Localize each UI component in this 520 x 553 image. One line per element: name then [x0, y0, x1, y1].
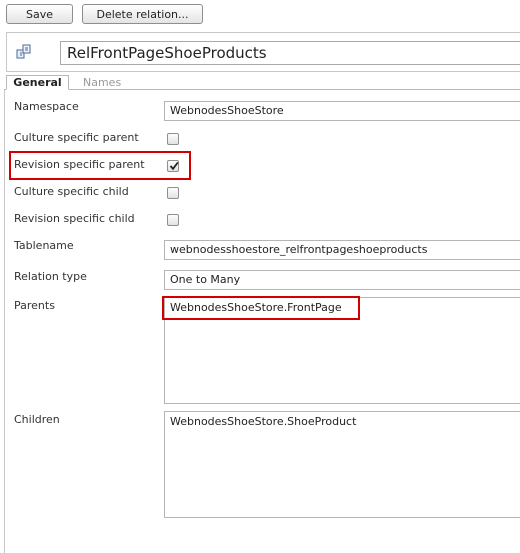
relation-name-input[interactable]: RelFrontPageShoeProducts: [60, 41, 520, 65]
culture-specific-parent-label: Culture specific parent: [14, 131, 139, 144]
content-border: [4, 90, 5, 553]
relation-icon: [16, 44, 32, 60]
checkmark-icon: [169, 161, 179, 171]
relation-type-select[interactable]: One to Many: [164, 270, 520, 290]
delete-relation-button[interactable]: Delete relation...: [82, 4, 203, 24]
children-value: WebnodesShoeStore.ShoeProduct: [170, 415, 357, 428]
parents-value: WebnodesShoeStore.FrontPage: [170, 301, 342, 314]
children-label: Children: [14, 413, 60, 426]
parents-field[interactable]: WebnodesShoeStore.FrontPage: [164, 297, 520, 404]
revision-specific-parent-label: Revision specific parent: [14, 158, 145, 171]
tablename-label: Tablename: [14, 239, 74, 252]
relation-type-label: Relation type: [14, 270, 87, 283]
parents-label: Parents: [14, 299, 55, 312]
revision-specific-parent-checkbox[interactable]: [167, 160, 179, 172]
revision-specific-child-checkbox[interactable]: [167, 214, 179, 226]
tablename-field[interactable]: webnodesshoestore_relfrontpageshoeproduc…: [164, 240, 520, 260]
save-button[interactable]: Save: [6, 4, 73, 24]
namespace-label: Namespace: [14, 100, 79, 113]
tab-divider: [4, 89, 520, 90]
namespace-field[interactable]: WebnodesShoeStore: [164, 101, 520, 121]
tab-names[interactable]: Names: [83, 76, 121, 90]
toolbar: Save Delete relation...: [0, 0, 520, 30]
revision-specific-child-label: Revision specific child: [14, 212, 135, 225]
children-field[interactable]: WebnodesShoeStore.ShoeProduct: [164, 411, 520, 518]
tab-general[interactable]: General: [6, 75, 69, 90]
culture-specific-parent-checkbox[interactable]: [167, 133, 179, 145]
culture-specific-child-label: Culture specific child: [14, 185, 129, 198]
culture-specific-child-checkbox[interactable]: [167, 187, 179, 199]
